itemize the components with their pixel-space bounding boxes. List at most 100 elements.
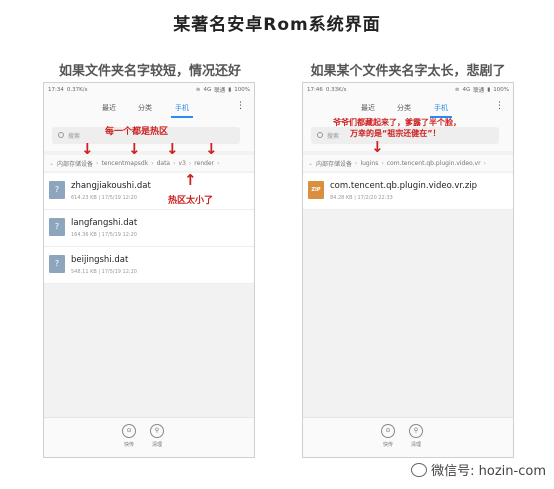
search-placeholder: 搜索 (327, 133, 340, 140)
chevron-right-icon: › (381, 159, 384, 167)
file-icon: ? (49, 255, 65, 273)
file-name: com.tencent.qb.plugin.video.vr.zip (330, 181, 478, 191)
breadcrumb-item[interactable]: data (157, 160, 171, 167)
file-meta: 614.23 KB | 17/5/19 12:20 (71, 195, 137, 201)
arrow-down-icon: ↓ (166, 140, 179, 158)
file-list: ZIP com.tencent.qb.plugin.video.vr.zip 8… (303, 173, 513, 210)
breadcrumb-item[interactable]: 内部存储设备 (57, 159, 93, 168)
tab-bar: 最近 分类 手机 ⋮ (303, 97, 513, 119)
breadcrumb-item[interactable]: lugins (360, 160, 378, 167)
arrow-down-icon: ↓ (371, 138, 384, 156)
status-carrier: 联通 (214, 88, 226, 94)
status-bar: 17:34 0.37K/s ≋ 4G 联通 ▮ 100% (44, 83, 254, 97)
clean-button[interactable]: ⚲ 清理 (401, 424, 431, 448)
breadcrumb-item[interactable]: tencentmapsdk (101, 160, 148, 167)
file-row[interactable]: ZIP com.tencent.qb.plugin.video.vr.zip 8… (303, 173, 513, 210)
file-name: langfangshi.dat (71, 218, 138, 228)
file-row[interactable]: ? zhangjiakoushi.dat 614.23 KB | 17/5/19… (44, 173, 254, 210)
file-name: beijingshi.dat (71, 255, 129, 265)
chevron-right-icon: › (355, 159, 358, 167)
search-placeholder: 搜索 (68, 133, 81, 140)
right-subtitle: 如果某个文件夹名字太长，悲剧了 (310, 64, 506, 79)
status-network: 4G (462, 87, 471, 93)
breadcrumb-item[interactable]: com.tencent.qb.plugin.video.vr (387, 160, 481, 167)
wechat-icon (411, 462, 428, 477)
chevron-right-icon: › (96, 159, 99, 167)
file-name: zhangjiakoushi.dat (71, 181, 151, 191)
watermark-text: 微信号: hozin-com (431, 464, 546, 479)
status-speed: 0.33K/s (325, 87, 347, 93)
tab-recent[interactable]: 最近 (361, 103, 375, 113)
chevron-right-icon: › (151, 159, 154, 167)
chevron-down-icon[interactable]: ⌄ (308, 160, 313, 167)
status-time: 17:34 (48, 87, 64, 93)
battery-icon: ▮ (487, 87, 491, 93)
chevron-right-icon: › (188, 159, 192, 167)
status-carrier: 联通 (473, 88, 485, 94)
status-battery: 100% (234, 87, 250, 93)
annotation-too-small: 热区太小了 (168, 196, 214, 206)
tab-bar: 最近 分类 手机 ⋮ (44, 97, 254, 119)
file-icon: ? (49, 181, 65, 199)
tab-active-indicator (171, 116, 193, 118)
quick-transfer-button[interactable]: ⊙ 快传 (373, 424, 403, 448)
arrow-down-icon: ↓ (128, 140, 141, 158)
transfer-icon: ⊙ (381, 424, 395, 438)
clean-label: 清理 (151, 442, 162, 448)
transfer-icon: ⊙ (122, 424, 136, 438)
status-time: 17:46 (307, 87, 323, 93)
broom-icon: ⚲ (409, 424, 423, 438)
tab-phone[interactable]: 手机 (175, 103, 189, 113)
breadcrumb-item[interactable]: render (194, 160, 214, 167)
file-row[interactable]: ? langfangshi.dat 164.36 KB | 17/5/19 12… (44, 210, 254, 247)
breadcrumb-item[interactable]: 内部存储设备 (316, 159, 352, 168)
watermark: 微信号: hozin-com (411, 460, 546, 479)
bottom-bar: ⊙ 快传 ⚲ 清理 (303, 417, 513, 457)
tab-category[interactable]: 分类 (397, 103, 411, 113)
left-phone-screen: 17:34 0.37K/s ≋ 4G 联通 ▮ 100% 最近 分类 手机 ⋮ … (43, 82, 255, 458)
arrow-down-icon: ↓ (205, 140, 218, 158)
tab-category[interactable]: 分类 (138, 103, 152, 113)
chevron-right-icon: › (483, 159, 486, 167)
zip-file-icon: ZIP (308, 181, 324, 199)
file-row[interactable]: ? beijingshi.dat 548.11 KB | 17/5/19 12:… (44, 247, 254, 284)
clean-label: 清理 (410, 442, 421, 448)
breadcrumb: ⌄ 内部存储设备 › tencentmapsdk › data › v3 › r… (44, 155, 254, 171)
tab-phone[interactable]: 手机 (434, 103, 448, 113)
file-meta: 164.36 KB | 17/5/19 12:20 (71, 232, 137, 238)
status-battery: 100% (493, 87, 509, 93)
battery-icon: ▮ (228, 87, 232, 93)
annotation-line2: 万幸的是“祖宗还健在”！ (350, 129, 441, 138)
quick-transfer-label: 快传 (382, 442, 393, 448)
arrow-down-icon: ↓ (81, 140, 94, 158)
page-title: 某著名安卓Rom系统界面 (173, 15, 381, 35)
breadcrumb: ⌄ 内部存储设备 › lugins › com.tencent.qb.plugi… (303, 155, 513, 171)
chevron-down-icon[interactable]: ⌄ (49, 160, 54, 167)
breadcrumb-item[interactable]: v3 (179, 160, 186, 167)
left-subtitle: 如果文件夹名字较短，情况还好 (58, 64, 241, 79)
status-bar: 17:46 0.33K/s ≋ 4G 联通 ▮ 100% (303, 83, 513, 97)
search-icon (317, 132, 323, 138)
tab-recent[interactable]: 最近 (102, 103, 116, 113)
chevron-right-icon: › (217, 159, 220, 167)
file-meta: 84.28 KB | 17/2/20 22:33 (330, 195, 393, 201)
wifi-icon: ≋ (454, 87, 460, 93)
annotation-line1: 爷爷们都藏起来了，爹露了半个脸， (333, 118, 461, 127)
status-network: 4G (203, 87, 212, 93)
annotation-hotzone: 每一个都是热区 (105, 127, 169, 137)
broom-icon: ⚲ (150, 424, 164, 438)
file-list: ? zhangjiakoushi.dat 614.23 KB | 17/5/19… (44, 173, 254, 284)
chevron-right-icon: › (173, 159, 176, 167)
file-icon: ? (49, 218, 65, 236)
wifi-icon: ≋ (195, 87, 201, 93)
bottom-bar: ⊙ 快传 ⚲ 清理 (44, 417, 254, 457)
status-speed: 0.37K/s (66, 87, 88, 93)
arrow-up-icon: ↑ (184, 171, 197, 189)
more-icon[interactable]: ⋮ (495, 102, 504, 111)
quick-transfer-label: 快传 (123, 442, 134, 448)
file-meta: 548.11 KB | 17/5/19 12:20 (71, 269, 137, 275)
search-icon (58, 132, 64, 138)
more-icon[interactable]: ⋮ (236, 102, 245, 111)
quick-transfer-button[interactable]: ⊙ 快传 (114, 424, 144, 448)
clean-button[interactable]: ⚲ 清理 (142, 424, 172, 448)
